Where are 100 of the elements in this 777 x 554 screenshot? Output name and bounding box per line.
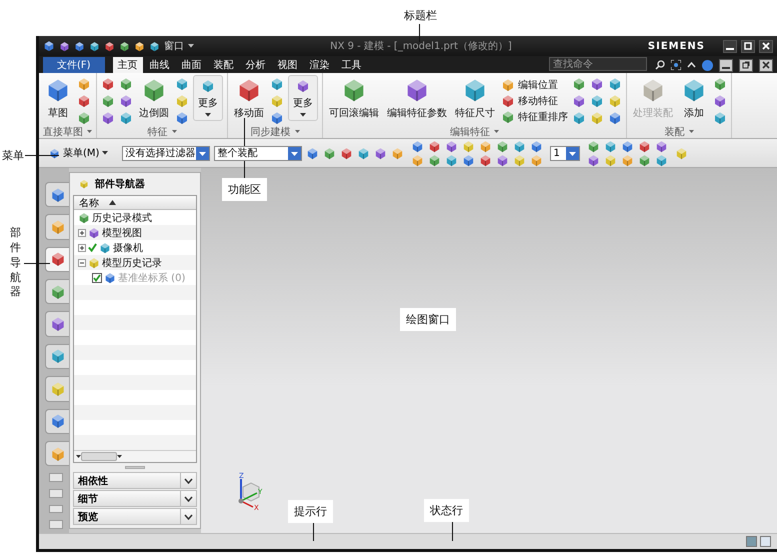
- cube-icon[interactable]: [501, 110, 515, 124]
- cube-icon[interactable]: [270, 77, 284, 91]
- snap-icon[interactable]: [445, 140, 458, 152]
- ribbon-tab[interactable]: 分析: [240, 57, 271, 73]
- minimize-button[interactable]: [719, 58, 733, 72]
- cube-icon[interactable]: [77, 94, 91, 108]
- cube-icon[interactable]: [101, 111, 115, 125]
- view-icon[interactable]: [587, 140, 600, 152]
- cube-icon[interactable]: [608, 94, 622, 108]
- ribbon-button[interactable]: 边倒圆: [137, 75, 171, 122]
- help-icon[interactable]: [702, 60, 713, 70]
- resource-icon[interactable]: [50, 186, 66, 203]
- ribbon-button[interactable]: 可回滚编辑: [327, 75, 381, 122]
- resource-icon[interactable]: [50, 284, 66, 300]
- cube-icon[interactable]: [501, 94, 515, 108]
- ribbon-tab[interactable]: 曲线: [144, 57, 175, 73]
- maximize-button[interactable]: [741, 40, 755, 52]
- resource-icon[interactable]: [50, 251, 66, 268]
- snap-icon[interactable]: [445, 154, 458, 166]
- splitter-handle[interactable]: [125, 466, 145, 468]
- close-button[interactable]: [759, 40, 773, 52]
- toolbar-icon[interactable]: [74, 40, 85, 52]
- ribbon-tab[interactable]: 装配: [208, 57, 239, 73]
- resource-tab[interactable]: [45, 182, 69, 208]
- ribbon-button[interactable]: 添加: [679, 75, 709, 122]
- snap-icon[interactable]: [411, 140, 424, 152]
- view-icon[interactable]: [587, 154, 600, 166]
- snap-icon[interactable]: [479, 154, 492, 166]
- snap-icon[interactable]: [496, 154, 510, 166]
- ribbon-command[interactable]: 特征重排序: [501, 109, 568, 124]
- view-icon[interactable]: [621, 154, 634, 166]
- scope-dropdown[interactable]: 整个装配: [214, 146, 302, 160]
- cube-icon[interactable]: [175, 111, 189, 125]
- resource-icon[interactable]: [50, 446, 66, 462]
- snap-icon[interactable]: [428, 140, 442, 152]
- ribbon-tab[interactable]: 工具: [336, 57, 367, 73]
- resource-tab[interactable]: [45, 311, 69, 337]
- layer-dropdown[interactable]: 1: [550, 146, 580, 160]
- cube-icon[interactable]: [175, 77, 189, 91]
- toolbar-icon[interactable]: [119, 40, 130, 52]
- fit-view-icon[interactable]: [671, 60, 681, 70]
- view-icon[interactable]: [638, 154, 652, 166]
- toolbar-icon[interactable]: [306, 146, 320, 160]
- snap-icon[interactable]: [513, 140, 526, 152]
- search-field[interactable]: 查找命令: [549, 57, 647, 71]
- expand-icon[interactable]: [78, 244, 86, 252]
- node-icon[interactable]: [99, 242, 111, 254]
- snap-icon[interactable]: [496, 140, 510, 152]
- snap-icon[interactable]: [428, 154, 442, 166]
- view-icon[interactable]: [638, 140, 652, 152]
- expand-icon[interactable]: [78, 228, 86, 236]
- cube-icon[interactable]: [119, 111, 133, 125]
- cube-icon[interactable]: [296, 79, 310, 93]
- cube-icon[interactable]: [713, 94, 727, 108]
- snap-icon[interactable]: [530, 140, 544, 152]
- search-icon[interactable]: [655, 60, 665, 70]
- horizontal-scrollbar[interactable]: [74, 450, 196, 462]
- more-button[interactable]: 更多: [193, 75, 223, 121]
- cube-icon[interactable]: [713, 111, 727, 125]
- cube-icon[interactable]: [608, 111, 622, 125]
- snap-icon[interactable]: [530, 154, 544, 166]
- sort-icon[interactable]: [109, 200, 116, 205]
- view-icon[interactable]: [655, 154, 668, 166]
- cube-icon[interactable]: [101, 77, 115, 91]
- status-icon[interactable]: [760, 536, 771, 547]
- ribbon-tab[interactable]: 曲面: [176, 57, 207, 73]
- toolbar-icon[interactable]: [340, 146, 354, 160]
- tree-item[interactable]: 历史记录模式: [92, 210, 152, 224]
- view-icon[interactable]: [655, 140, 668, 152]
- node-icon[interactable]: [88, 226, 100, 238]
- ribbon-tab[interactable]: 视图: [272, 57, 303, 73]
- resource-tab[interactable]: [45, 246, 69, 272]
- restore-button[interactable]: [739, 58, 753, 72]
- column-header[interactable]: 名称: [79, 196, 99, 210]
- checkmark-icon[interactable]: [88, 243, 97, 252]
- cube-icon[interactable]: [501, 78, 515, 92]
- more-button[interactable]: 更多: [288, 75, 318, 121]
- ribbon-command[interactable]: 编辑位置: [501, 77, 568, 92]
- collapsible-section[interactable]: 预览: [73, 508, 197, 525]
- resource-icon[interactable]: [50, 219, 66, 236]
- snap-icon[interactable]: [479, 140, 492, 152]
- resource-icon[interactable]: [50, 348, 66, 364]
- cube-icon[interactable]: [572, 77, 586, 91]
- cube-icon[interactable]: [77, 111, 91, 125]
- cube-icon[interactable]: [175, 94, 189, 108]
- cube-icon[interactable]: [119, 77, 133, 91]
- cube-icon[interactable]: [713, 77, 727, 91]
- cube-icon[interactable]: [270, 111, 284, 125]
- ribbon-button[interactable]: 移动面: [232, 75, 266, 122]
- toolbar-icon[interactable]: [374, 146, 388, 160]
- resource-tab[interactable]: [45, 408, 69, 434]
- menu-button[interactable]: 菜单(M): [45, 144, 112, 162]
- cube-icon[interactable]: [590, 77, 604, 91]
- file-menu-tab[interactable]: 文件(F): [43, 57, 105, 73]
- ribbon-tab[interactable]: 主页: [112, 57, 143, 73]
- cube-icon[interactable]: [201, 79, 215, 93]
- ribbon-button[interactable]: 编辑特征参数: [385, 75, 449, 122]
- resource-icon[interactable]: [50, 316, 66, 332]
- toolbar-icon[interactable]: [134, 40, 145, 52]
- toolbar-icon[interactable]: [104, 40, 115, 52]
